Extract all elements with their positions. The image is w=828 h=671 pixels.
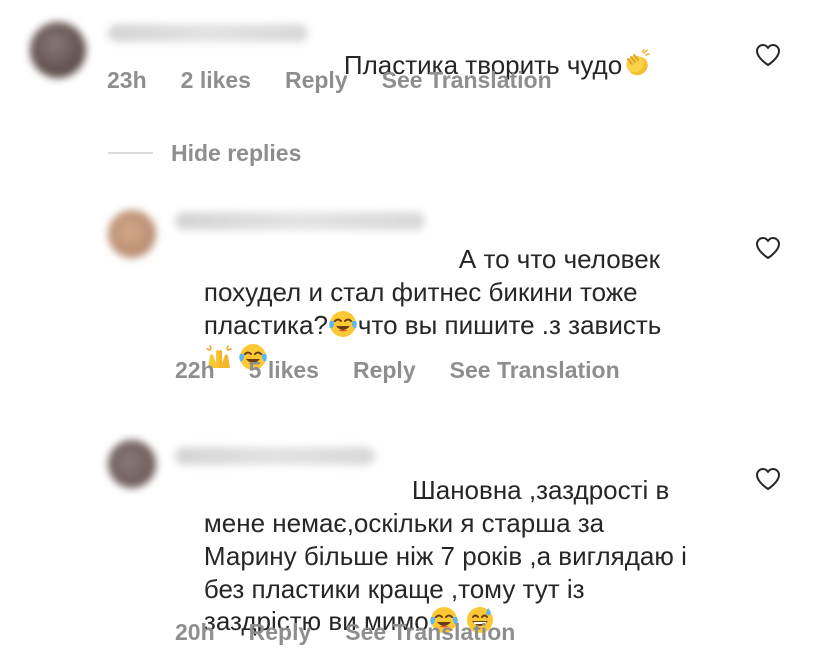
avatar[interactable] xyxy=(30,22,86,78)
heart-outline-icon[interactable] xyxy=(755,236,781,260)
divider-line xyxy=(108,152,153,154)
see-translation-button[interactable]: See Translation xyxy=(382,67,552,94)
likes-count[interactable]: 5 likes xyxy=(249,357,319,384)
reply-button[interactable]: Reply xyxy=(249,619,312,646)
timestamp[interactable]: 23h xyxy=(107,67,147,94)
see-translation-button[interactable]: See Translation xyxy=(450,357,620,384)
comment-text: Пластика творить чудо xyxy=(315,16,652,115)
face-with-tears-of-joy-emoji xyxy=(329,311,357,337)
timestamp[interactable]: 22h xyxy=(175,357,215,384)
clapping-hands-emoji xyxy=(626,49,650,76)
timestamp[interactable]: 20h xyxy=(175,619,215,646)
comment-text-line: что вы пишите .з зависть xyxy=(357,310,662,340)
likes-count[interactable]: 2 likes xyxy=(181,67,251,94)
heart-outline-icon[interactable] xyxy=(755,467,781,491)
avatar[interactable] xyxy=(108,440,156,488)
comment-meta: 20h Reply See Translation xyxy=(175,619,515,646)
username-redacted[interactable] xyxy=(175,212,425,230)
see-translation-button[interactable]: See Translation xyxy=(345,619,515,646)
reply-button[interactable]: Reply xyxy=(353,357,416,384)
comment-meta: 22h 5 likes Reply See Translation xyxy=(175,357,620,384)
reply-button[interactable]: Reply xyxy=(285,67,348,94)
comment-meta: 23h 2 likes Reply See Translation xyxy=(107,67,552,94)
username-redacted[interactable] xyxy=(175,447,375,465)
avatar[interactable] xyxy=(108,210,156,258)
hide-replies-label[interactable]: Hide replies xyxy=(171,140,301,167)
username-redacted[interactable] xyxy=(108,24,308,42)
hide-replies-toggle[interactable]: Hide replies xyxy=(108,138,301,168)
heart-outline-icon[interactable] xyxy=(755,43,781,67)
